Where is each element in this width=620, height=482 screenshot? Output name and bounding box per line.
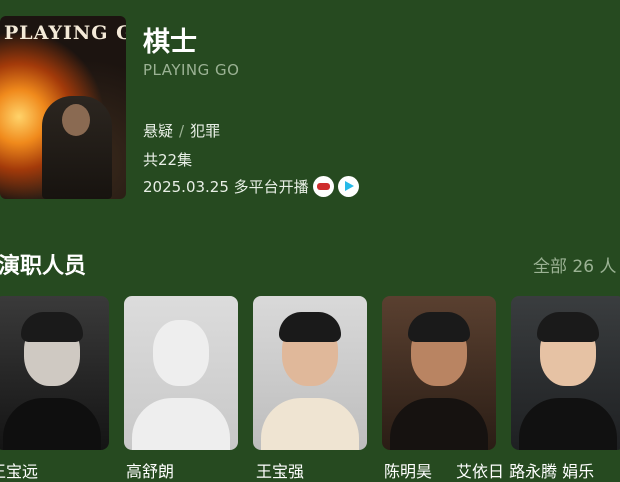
cast-photo-hair — [279, 312, 341, 342]
show-title: 棋士 — [143, 27, 197, 58]
cast-photo-body — [3, 398, 101, 450]
cctv-platform-icon[interactable] — [312, 176, 334, 197]
avatar-placeholder-body — [132, 398, 230, 450]
cast-photo-body — [519, 398, 617, 450]
cast-photo-hair — [537, 312, 599, 342]
cast-photo-body — [261, 398, 359, 450]
cast-card[interactable] — [0, 296, 109, 450]
cast-photo-hair — [408, 312, 470, 342]
cast-photo-hair — [21, 312, 83, 342]
cast-card[interactable] — [511, 296, 620, 450]
iqiyi-platform-icon[interactable] — [337, 176, 359, 197]
show-subtitle: PLAYING GO — [143, 61, 240, 79]
cast-card[interactable] — [382, 296, 496, 450]
release-text: 2025.03.25 多平台开播 — [143, 178, 309, 196]
cast-photo-body — [390, 398, 488, 450]
cast-section-title: 演职人员 — [0, 254, 87, 279]
cast-name: 高舒朗 — [126, 462, 175, 481]
cast-view-all-link[interactable]: 全部 26 人 — [533, 252, 616, 277]
show-poster[interactable]: PLAYING GO — [0, 16, 126, 199]
cast-name: 王宝强 — [256, 462, 305, 481]
poster-figure-head — [62, 104, 90, 136]
genre-tag[interactable]: 悬疑 — [143, 122, 173, 140]
genre-tag[interactable]: 犯罪 — [190, 122, 220, 140]
cast-card[interactable] — [253, 296, 367, 450]
cast-name: 陈明昊 — [384, 462, 433, 481]
poster-title: PLAYING GO — [4, 22, 126, 44]
cast-card-placeholder[interactable] — [124, 296, 238, 450]
genre-list: 悬疑 / 犯罪 — [143, 120, 220, 141]
avatar-placeholder-icon — [153, 320, 209, 386]
episode-count: 共22集 — [143, 151, 193, 169]
genre-separator: / — [179, 122, 185, 140]
cast-name: 王宝远 — [0, 462, 39, 481]
release-info: 2025.03.25 多平台开播 — [143, 176, 359, 197]
cast-name: 艾依日 路永腾 娟乐 — [456, 462, 595, 481]
